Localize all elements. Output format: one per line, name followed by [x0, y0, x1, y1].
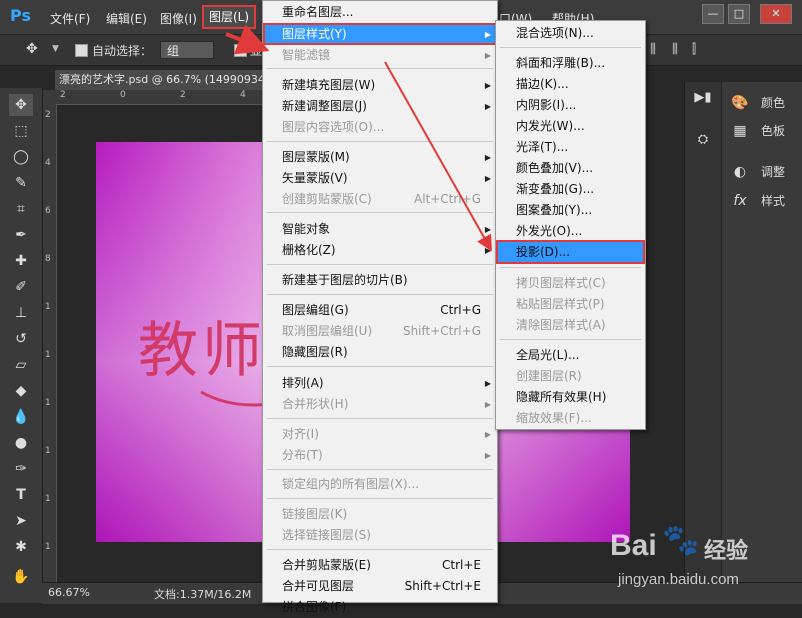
annotation-arrow-to-drop-shadow — [384, 61, 492, 252]
annotation-arrows — [225, 24, 492, 252]
annotation-arrow-to-layer-style — [225, 24, 270, 55]
